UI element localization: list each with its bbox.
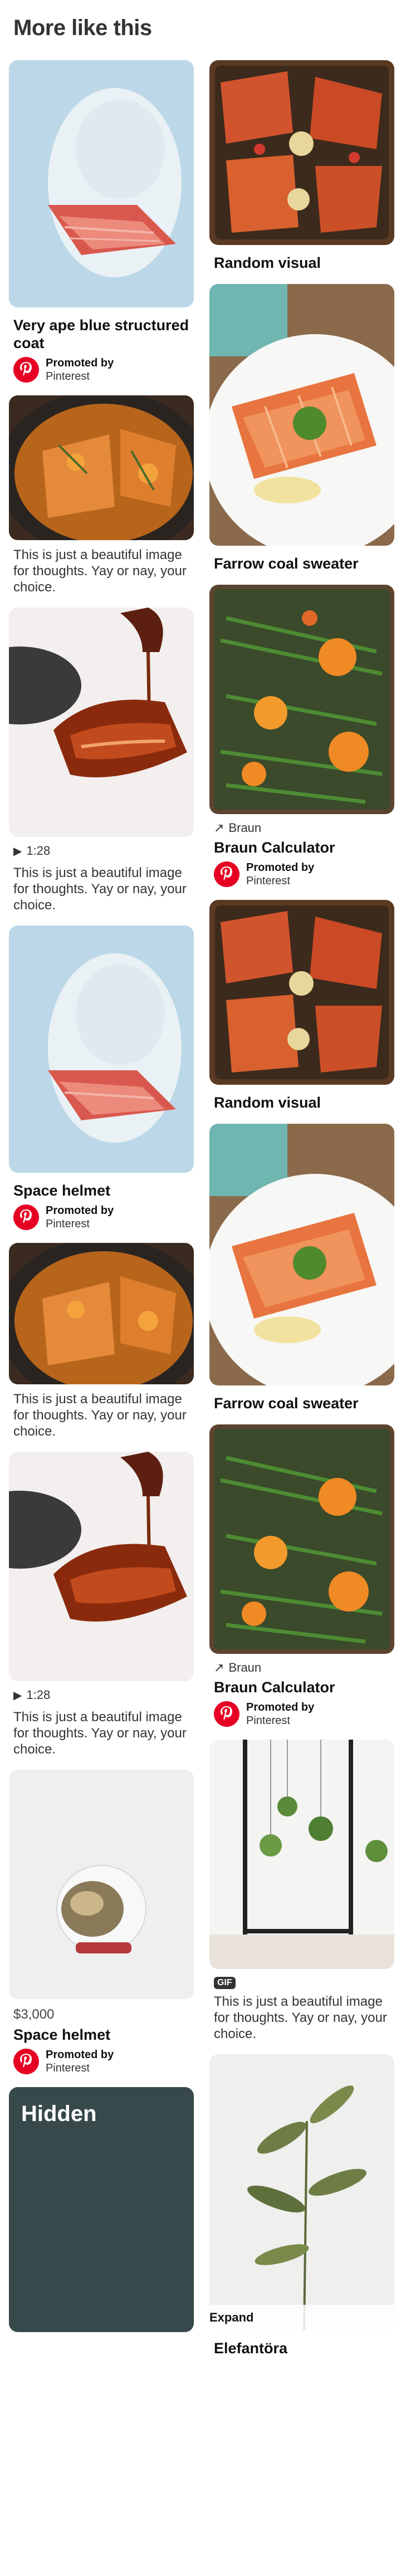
promo-line1: Promoted by: [246, 1701, 315, 1713]
pin-image[interactable]: [9, 60, 194, 307]
product-price: $3,000: [13, 2007, 55, 2022]
pin-card[interactable]: Farrow coal sweater: [209, 1124, 394, 1412]
link-pin-card[interactable]: ↗ Braun Braun Calculator Promoted by Pin…: [209, 1424, 394, 1727]
promo-text: Promoted by Pinterest: [46, 356, 114, 383]
pin-image[interactable]: [209, 1740, 394, 1969]
pin-image[interactable]: [9, 395, 194, 540]
pin-title[interactable]: Space helmet: [13, 1182, 189, 1199]
promo-text: Promoted by Pinterest: [46, 2048, 114, 2075]
promo-line1: Promoted by: [246, 861, 315, 874]
link-pin-card[interactable]: ↗ Braun Braun Calculator Promoted by Pin…: [209, 585, 394, 888]
promo-line1: Promoted by: [46, 2049, 114, 2061]
expand-label[interactable]: Expand: [209, 2305, 394, 2330]
pin-description: This is just a beautiful image for thoug…: [13, 1392, 187, 1439]
promo-line2: Pinterest: [246, 1715, 290, 1727]
promo-line2: Pinterest: [46, 370, 90, 383]
pin-image[interactable]: [209, 1124, 394, 1385]
pin-card[interactable]: Farrow coal sweater: [209, 284, 394, 572]
promoted-by[interactable]: Promoted by Pinterest: [13, 1204, 189, 1231]
duration-text: 1:28: [26, 844, 51, 858]
pin-title[interactable]: Random visual: [214, 1094, 390, 1111]
pin-card[interactable]: Random visual: [209, 900, 394, 1111]
pin-image[interactable]: [9, 1452, 194, 1681]
promo-line2: Pinterest: [46, 2062, 90, 2074]
arrow-up-right-icon: ↗: [214, 821, 224, 835]
pin-title[interactable]: Very ape blue structured coat: [13, 316, 189, 352]
product-pin-card[interactable]: $3,000 Space helmet Promoted by Pinteres…: [9, 1770, 194, 2075]
pin-title[interactable]: Farrow coal sweater: [214, 1394, 390, 1412]
pinterest-logo-icon: [13, 357, 39, 383]
pin-title[interactable]: Braun Calculator: [214, 839, 390, 856]
pin-image[interactable]: [209, 284, 394, 546]
promoted-by[interactable]: Promoted by Pinterest: [13, 2048, 189, 2075]
pin-card[interactable]: Very ape blue structured coat Promoted b…: [9, 60, 194, 383]
pin-column-right: Random visual Farrow coal sweater ↗ Brau…: [209, 60, 394, 2369]
hidden-overlay[interactable]: Hidden: [9, 2087, 194, 2332]
pinterest-logo-icon: [13, 1204, 39, 1230]
pinterest-logo-icon: [214, 861, 239, 887]
pin-image[interactable]: [9, 1770, 194, 1999]
pin-image[interactable]: [9, 1243, 194, 1384]
pin-title[interactable]: Braun Calculator: [214, 1678, 390, 1696]
pin-card[interactable]: Space helmet Promoted by Pinterest: [9, 925, 194, 1231]
pin-title[interactable]: Random visual: [214, 254, 390, 272]
video-duration: ▶ 1:28: [13, 1688, 189, 1702]
pinterest-logo-icon: [214, 1701, 239, 1727]
video-duration: ▶ 1:28: [13, 844, 189, 858]
pin-image[interactable]: [9, 608, 194, 837]
promo-text: Promoted by Pinterest: [246, 1701, 314, 1727]
pinterest-logo-icon: [13, 2049, 39, 2074]
pin-card[interactable]: This is just a beautiful image for thoug…: [9, 1243, 194, 1439]
gif-badge: GIF: [214, 1977, 236, 1989]
promo-line1: Promoted by: [46, 357, 114, 369]
promoted-by[interactable]: Promoted by Pinterest: [13, 356, 189, 383]
pin-card[interactable]: This is just a beautiful image for thoug…: [9, 395, 194, 595]
duration-text: 1:28: [26, 1688, 51, 1702]
promo-line2: Pinterest: [246, 875, 290, 887]
promo-text: Promoted by Pinterest: [246, 861, 314, 888]
domain-text: Braun: [228, 821, 262, 835]
pin-title[interactable]: Elefantöra: [214, 2339, 390, 2357]
arrow-up-right-icon: ↗: [214, 1661, 224, 1674]
pin-description: This is just a beautiful image for thoug…: [13, 1710, 187, 1757]
pin-title[interactable]: Farrow coal sweater: [214, 555, 390, 572]
pin-image[interactable]: Expand: [209, 2054, 394, 2330]
pin-column-left: Very ape blue structured coat Promoted b…: [9, 60, 194, 2344]
pin-description: This is just a beautiful image for thoug…: [214, 1994, 387, 2041]
page-title: More like this: [13, 16, 152, 40]
link-domain[interactable]: ↗ Braun: [214, 821, 390, 835]
promoted-by[interactable]: Promoted by Pinterest: [214, 861, 390, 888]
pin-image[interactable]: [9, 925, 194, 1173]
pin-card[interactable]: Random visual: [209, 60, 394, 272]
video-pin-card[interactable]: ▶ 1:28 This is just a beautiful image fo…: [9, 1452, 194, 1757]
promo-text: Promoted by Pinterest: [46, 1204, 114, 1231]
link-domain[interactable]: ↗ Braun: [214, 1661, 390, 1675]
pin-description: This is just a beautiful image for thoug…: [13, 547, 187, 595]
play-icon: ▶: [13, 1689, 22, 1702]
gif-pin-card[interactable]: GIF This is just a beautiful image for t…: [209, 1740, 394, 2042]
promoted-by[interactable]: Promoted by Pinterest: [214, 1701, 390, 1727]
pin-description: This is just a beautiful image for thoug…: [13, 865, 187, 913]
expand-pin-card[interactable]: Expand Elefantöra: [209, 2054, 394, 2357]
domain-text: Braun: [228, 1661, 262, 1674]
hidden-label: Hidden: [21, 2102, 97, 2126]
video-pin-card[interactable]: ▶ 1:28 This is just a beautiful image fo…: [9, 608, 194, 913]
pin-title[interactable]: Space helmet: [13, 2026, 189, 2044]
pin-image[interactable]: [209, 900, 394, 1085]
pin-image[interactable]: [209, 1424, 394, 1654]
play-icon: ▶: [13, 845, 22, 858]
promo-line1: Promoted by: [46, 1204, 114, 1217]
pin-image[interactable]: [209, 585, 394, 814]
pin-image[interactable]: [209, 60, 394, 245]
hidden-pin-card[interactable]: Hidden: [9, 2087, 194, 2332]
promo-line2: Pinterest: [46, 1218, 90, 1230]
